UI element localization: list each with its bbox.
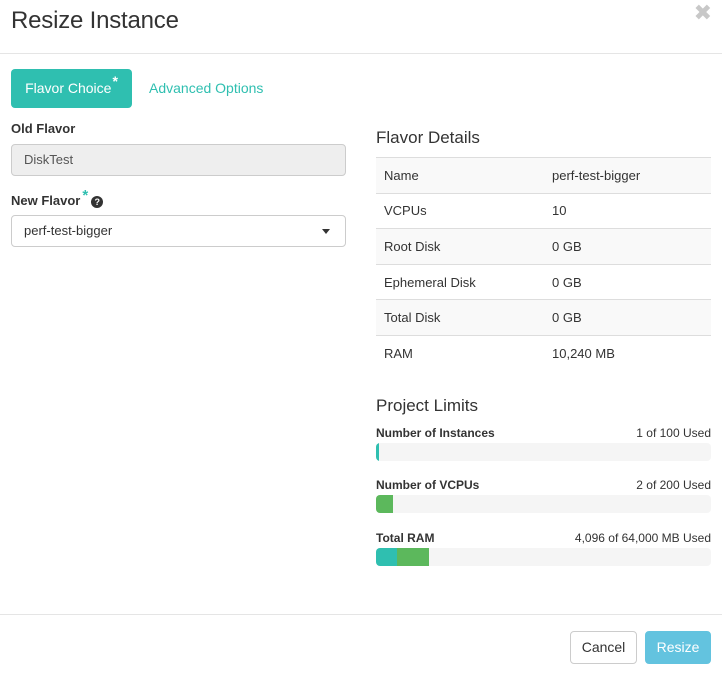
limit-name: Number of VCPUs [376,478,480,492]
new-flavor-selected-value: perf-test-bigger [24,223,113,238]
old-flavor-field: DiskTest [11,144,346,176]
modal-title: Resize Instance [11,7,179,34]
help-icon[interactable]: ? [91,196,104,208]
required-mark: * [82,187,89,204]
table-row: Ephemeral Disk 0 GB [376,263,711,300]
detail-value: 10,240 MB [544,334,711,372]
table-row: RAM 10,240 MB [376,334,711,372]
table-row: VCPUs 10 [376,192,711,229]
detail-value: 10 [544,192,711,229]
detail-key: RAM [376,334,544,372]
detail-key: Root Disk [376,228,544,265]
limit-used-text: 1 of 100 Used [636,426,711,440]
table-row: Root Disk 0 GB [376,228,711,265]
detail-key: VCPUs [376,192,544,229]
progress-fill-added [397,548,429,566]
new-flavor-label-group: New Flavor *? [11,187,104,209]
resize-button[interactable]: Resize [645,631,711,664]
progress-fill-added [376,495,393,513]
progress-bar [376,495,711,513]
flavor-details-table: Name perf-test-bigger VCPUs 10 Root Disk 0 … [376,157,711,372]
table-row: Total Disk 0 GB [376,299,711,336]
limit-instances: Number of Instances 1 of 100 Used [376,426,711,461]
project-limits-title: Project Limits [376,396,479,415]
new-flavor-label: New Flavor [11,193,81,208]
progress-bar [376,443,711,461]
flavor-details-title: Flavor Details [376,128,480,147]
limit-used-text: 2 of 200 Used [636,478,711,492]
cancel-button[interactable]: Cancel [570,631,637,664]
progress-fill-used [376,443,379,461]
chevron-down-icon [322,229,330,234]
modal-header: Resize Instance ✖ [0,0,722,54]
limit-name: Number of Instances [376,426,495,440]
required-mark: * [112,73,118,89]
new-flavor-select[interactable]: perf-test-bigger [11,215,346,247]
progress-fill-used [376,548,397,566]
modal-footer: Cancel Resize [0,614,722,674]
detail-value: perf-test-bigger [544,157,711,194]
progress-bar [376,548,711,566]
detail-key: Name [376,157,544,194]
limit-vcpus: Number of VCPUs 2 of 200 Used [376,478,711,513]
table-row: Name perf-test-bigger [376,157,711,194]
detail-value: 0 GB [544,228,711,265]
close-icon[interactable]: ✖ [694,2,712,24]
old-flavor-label: Old Flavor [11,121,76,136]
detail-key: Ephemeral Disk [376,263,544,300]
detail-key: Total Disk [376,299,544,336]
tab-flavor-choice[interactable]: Flavor Choice* [11,69,132,108]
detail-value: 0 GB [544,263,711,300]
limit-name: Total RAM [376,531,435,545]
detail-value: 0 GB [544,299,711,336]
tab-advanced-options[interactable]: Advanced Options [149,69,263,108]
tab-flavor-choice-label: Flavor Choice [25,80,112,96]
limit-used-text: 4,096 of 64,000 MB Used [574,531,711,545]
limit-ram: Total RAM 4,096 of 64,000 MB Used [376,531,711,566]
